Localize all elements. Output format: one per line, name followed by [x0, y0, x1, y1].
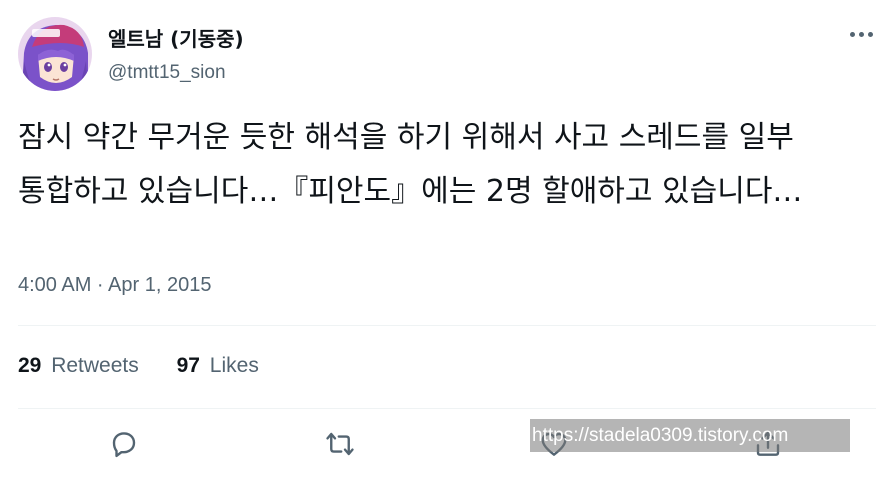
- tweet-stats: 29 Retweets 97 Likes: [18, 354, 291, 378]
- retweets-label: Retweets: [51, 354, 139, 377]
- likes-stat[interactable]: 97 Likes: [177, 354, 259, 378]
- avatar-image: [18, 17, 92, 91]
- retweet-button[interactable]: [323, 427, 357, 461]
- divider: [18, 408, 876, 409]
- display-name[interactable]: 엘트남 (기동중): [108, 23, 244, 52]
- reply-icon: [112, 432, 136, 458]
- user-handle[interactable]: @tmtt15_sion: [108, 62, 226, 84]
- retweets-count: 29: [18, 354, 42, 377]
- watermark-url: https://stadela0309.tistory.com: [530, 419, 850, 452]
- likes-count: 97: [176, 354, 200, 377]
- more-options-icon[interactable]: [846, 22, 876, 46]
- avatar[interactable]: [18, 17, 92, 91]
- likes-label: Likes: [209, 354, 259, 377]
- divider: [18, 325, 876, 326]
- reply-button[interactable]: [107, 427, 141, 461]
- retweet-icon: [326, 432, 354, 456]
- tweet-timestamp[interactable]: 4:00 AM · Apr 1, 2015: [18, 274, 211, 297]
- tweet-text: 잠시 약간 무거운 듯한 해석을 하기 위해서 사고 스레드를 일부 통합하고 …: [18, 120, 803, 209]
- retweets-stat[interactable]: 29 Retweets: [18, 354, 139, 378]
- dot: [849, 31, 855, 37]
- dot: [867, 31, 873, 37]
- tweet-card: 엘트남 (기동중) @tmtt15_sion 잠시 약간 무거운 듯한 해석을 …: [0, 0, 894, 499]
- dot: [858, 31, 864, 37]
